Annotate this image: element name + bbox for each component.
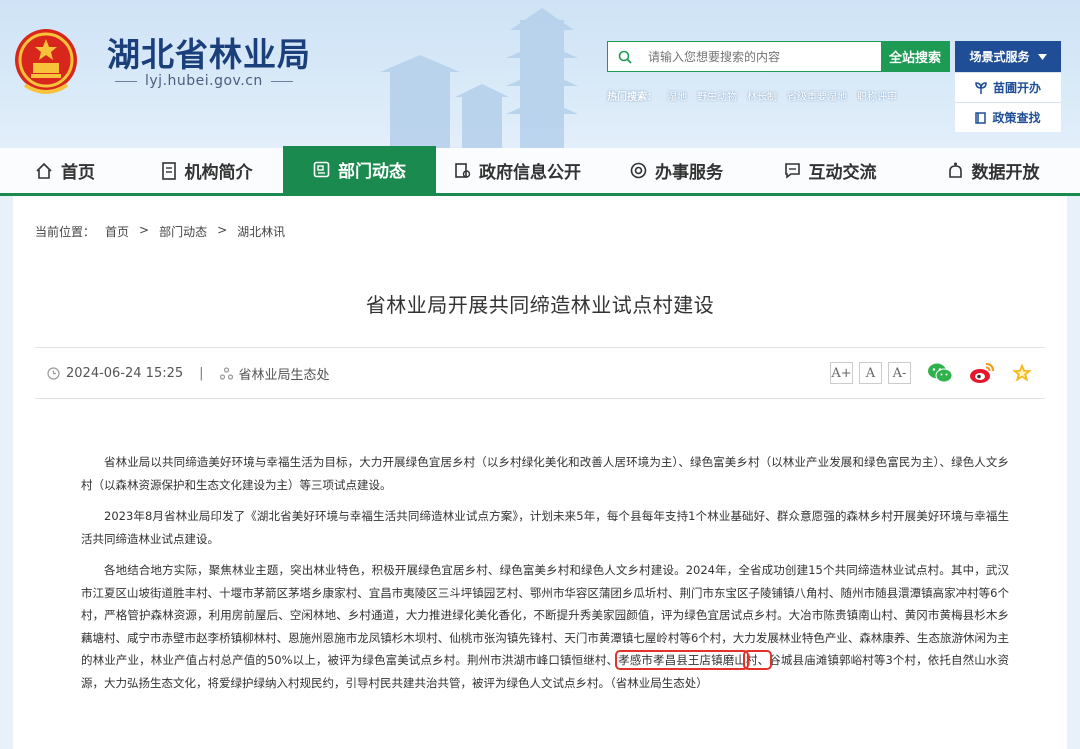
nav-label: 政府信息公开 <box>479 163 581 183</box>
service-icon <box>630 162 647 179</box>
nav-label: 首页 <box>61 163 95 183</box>
article-body: 省林业局以共同缔造美好环境与幸福生活为目标，大力开展绿色宜居乡村（以乡村绿化美化… <box>81 451 1009 703</box>
publish-date: 2024-06-24 15:25 <box>66 365 184 381</box>
tower-skyline-graphic <box>380 8 578 148</box>
breadcrumb-separator: > <box>139 223 150 237</box>
highlighted-village-name: 孝感市孝昌县王店镇磨山 <box>615 650 749 670</box>
scene-service-label: 场景式服务 <box>969 50 1030 64</box>
weibo-icon[interactable] <box>969 362 995 384</box>
hot-search-item[interactable]: 湿地 <box>667 88 687 103</box>
search-icon <box>608 42 642 71</box>
nav-home[interactable]: 首页 <box>0 148 130 193</box>
breadcrumb-home[interactable]: 首页 <box>105 223 129 240</box>
nav-label: 办事服务 <box>655 163 723 183</box>
home-icon <box>36 162 52 179</box>
news-icon <box>313 161 330 178</box>
hot-search-item[interactable]: 省级重要湿地 <box>787 88 847 103</box>
breadcrumb-department-news[interactable]: 部门动态 <box>159 223 207 240</box>
main-nav: 首页 机构简介 部门动态 政府信息公开 办事服务 互动交流 数据开放 <box>0 146 1080 196</box>
article-title: 省林业局开展共同缔造林业试点村建设 <box>365 293 715 317</box>
hot-search-label: 热门搜索： <box>607 92 657 103</box>
domain-line-left <box>115 80 137 82</box>
nav-services[interactable]: 办事服务 <box>599 148 754 193</box>
sprout-icon <box>975 81 987 94</box>
national-emblem-icon <box>15 29 77 94</box>
data-icon <box>948 162 962 178</box>
favorite-star-icon[interactable] <box>1011 362 1033 384</box>
paragraph-text: 各地结合地方实际，聚焦林业主题，突出林业特色，积极开展绿色宜居乡村、绿色富美乡村… <box>81 563 1009 667</box>
nav-open-data[interactable]: 数据开放 <box>906 148 1080 193</box>
search-input[interactable] <box>642 42 881 71</box>
nav-department-news[interactable]: 部门动态 <box>283 146 436 193</box>
breadcrumb-separator: > <box>217 223 228 237</box>
site-domain: lyj.hubei.gov.cn <box>107 73 301 89</box>
document-icon <box>161 161 176 180</box>
article-meta-bar: 2024-06-24 15:25 | 省林业局生态处 A+ A A- <box>35 347 1045 399</box>
font-increase-button[interactable]: A+ <box>830 362 853 384</box>
hot-search: 热门搜索： 湿地 野生动物 林长制 省级重要湿地 职称评审 <box>607 88 897 103</box>
hot-search-item[interactable]: 职称评审 <box>857 88 897 103</box>
hot-search-item[interactable]: 林长制 <box>747 88 777 103</box>
breadcrumb: 当前位置： 首页 > 部门动态 > 湖北林讯 <box>35 223 285 240</box>
source-icon <box>219 366 233 380</box>
article-paragraph: 各地结合地方实际，聚焦林业主题，突出林业特色，积极开展绿色宜居乡村、绿色富美乡村… <box>81 559 1009 694</box>
scene-item-label: 苗圃开办 <box>992 81 1041 95</box>
scene-service-panel: 场景式服务 苗圃开办 政策查找 <box>955 41 1061 132</box>
site-header: 湖北省林业局 lyj.hubei.gov.cn 全站搜索 热门搜索： 湿地 野生… <box>0 0 1080 148</box>
nav-interaction[interactable]: 互动交流 <box>754 148 906 193</box>
caret-down-icon <box>1037 53 1047 60</box>
scene-item-label: 政策查找 <box>992 111 1041 125</box>
highlighted-village-name-end: 村、 <box>742 650 773 670</box>
domain-line-right <box>270 80 293 82</box>
breadcrumb-label: 当前位置： <box>35 225 96 239</box>
article-container: 当前位置： 首页 > 部门动态 > 湖北林讯 省林业局开展共同缔造林业试点村建设… <box>13 196 1067 749</box>
nav-label: 数据开放 <box>971 163 1040 183</box>
folder-icon <box>455 163 471 178</box>
site-title: 湖北省林业局 <box>107 35 311 74</box>
scene-item-nursery[interactable]: 苗圃开办 <box>955 72 1061 102</box>
search-box: 全站搜索 <box>607 41 950 72</box>
wechat-icon[interactable] <box>927 362 953 384</box>
meta-separator: | <box>199 365 204 381</box>
article-source: 省林业局生态处 <box>238 367 330 383</box>
site-search-button[interactable]: 全站搜索 <box>881 42 949 71</box>
hot-search-item[interactable]: 野生动物 <box>697 88 737 103</box>
font-decrease-button[interactable]: A- <box>888 362 911 384</box>
nav-label: 部门动态 <box>338 162 406 182</box>
article-meta: 2024-06-24 15:25 | 省林业局生态处 <box>35 364 330 383</box>
chat-icon <box>784 163 800 179</box>
article-tools: A+ A A- <box>830 362 1045 384</box>
clock-icon <box>47 366 60 380</box>
font-reset-button[interactable]: A <box>859 362 882 384</box>
book-icon <box>975 111 987 124</box>
scene-item-policy[interactable]: 政策查找 <box>955 102 1061 132</box>
breadcrumb-forestry-news[interactable]: 湖北林讯 <box>237 223 285 240</box>
nav-about[interactable]: 机构简介 <box>130 148 283 193</box>
nav-label: 互动交流 <box>808 163 877 183</box>
article-paragraph: 省林业局以共同缔造美好环境与幸福生活为目标，大力开展绿色宜居乡村（以乡村绿化美化… <box>81 455 1009 492</box>
site-domain-text: lyj.hubei.gov.cn <box>145 73 263 89</box>
nav-label: 机构简介 <box>184 163 253 183</box>
article-paragraph: 2023年8月省林业局印发了《湖北省美好环境与幸福生活共同缔造林业试点方案》，计… <box>81 509 1009 546</box>
scene-service-button[interactable]: 场景式服务 <box>955 41 1061 72</box>
nav-gov-info[interactable]: 政府信息公开 <box>436 148 599 193</box>
